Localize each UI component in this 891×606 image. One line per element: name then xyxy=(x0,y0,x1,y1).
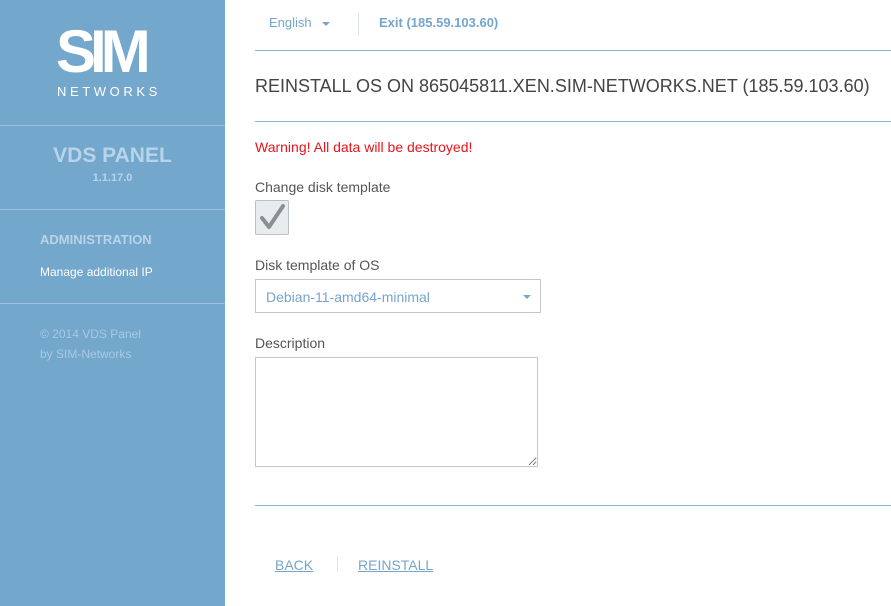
chevron-down-icon xyxy=(523,295,531,299)
checkmark-icon xyxy=(260,204,285,229)
back-button[interactable]: BACK xyxy=(275,557,313,573)
change-template-label: Change disk template xyxy=(255,179,391,195)
exit-link[interactable]: Exit (185.59.103.60) xyxy=(379,15,498,30)
logo-sim-text: SIM xyxy=(56,18,151,85)
sidebar: SIM NETWORKS VDS PANEL 1.1.17.0 ADMINIST… xyxy=(0,0,225,606)
panel-version: 1.1.17.0 xyxy=(92,172,133,184)
actions-divider xyxy=(337,556,338,572)
sidebar-item-manage-additional-ip[interactable]: Manage additional IP xyxy=(40,265,153,279)
language-label: English xyxy=(269,15,312,30)
copyright: © 2014 VDS Panel by SIM-Networks xyxy=(40,324,141,364)
reinstall-button[interactable]: REINSTALL xyxy=(358,557,433,573)
copyright-line-2: by SIM-Networks xyxy=(40,347,132,361)
disk-template-value: Debian-11-amd64-minimal xyxy=(266,289,430,305)
panel-info: VDS PANEL 1.1.17.0 xyxy=(0,126,225,210)
warning-message: Warning! All data will be destroyed! xyxy=(255,139,473,155)
copyright-line-1: © 2014 VDS Panel xyxy=(40,327,141,341)
title-divider xyxy=(255,121,891,122)
language-dropdown[interactable]: English xyxy=(269,15,330,30)
form-divider xyxy=(255,505,891,506)
page-title: REINSTALL OS ON 865045811.XEN.SIM-NETWOR… xyxy=(255,76,870,96)
logo-networks-text: NETWORKS xyxy=(57,84,161,99)
logo[interactable]: SIM NETWORKS xyxy=(0,0,225,126)
description-label: Description xyxy=(255,335,326,351)
panel-title: VDS PANEL xyxy=(53,144,172,167)
admin-section-title: ADMINISTRATION xyxy=(40,232,152,247)
admin-section: ADMINISTRATION Manage additional IP xyxy=(0,210,225,304)
disk-template-select[interactable]: Debian-11-amd64-minimal xyxy=(255,279,541,313)
change-template-checkbox[interactable] xyxy=(255,200,289,235)
chevron-down-icon xyxy=(321,21,330,26)
description-textarea[interactable] xyxy=(255,357,538,467)
header-divider xyxy=(255,50,891,51)
topbar-divider xyxy=(358,13,359,36)
disk-template-label: Disk template of OS xyxy=(255,257,380,273)
